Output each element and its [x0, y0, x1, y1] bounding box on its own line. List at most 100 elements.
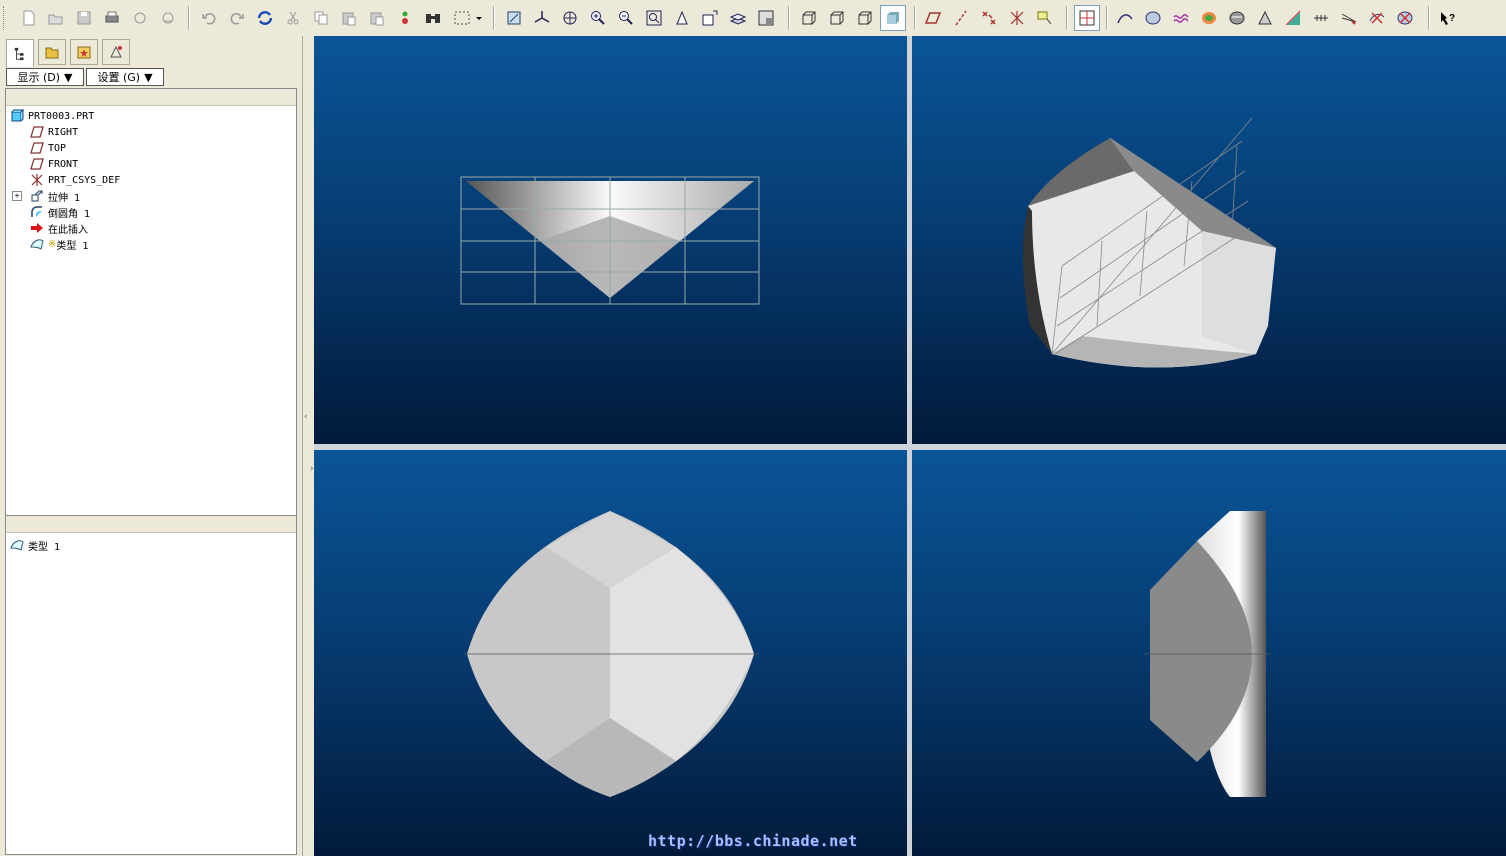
- offset-analysis-icon[interactable]: [1310, 7, 1332, 29]
- tree-item-csys[interactable]: PRT_CSYS_DEF: [30, 172, 120, 188]
- datum-plane-icon: [30, 126, 44, 138]
- new-file-icon[interactable]: [18, 7, 40, 29]
- tree-item-label: PRT0003.PRT: [28, 110, 95, 122]
- style-feature-icon: [30, 239, 44, 250]
- curvature-icon[interactable]: [1170, 7, 1192, 29]
- model-player-icon[interactable]: [394, 7, 416, 29]
- gaussian-curvature-icon[interactable]: [1198, 7, 1220, 29]
- toolbar-grip[interactable]: [3, 6, 7, 30]
- model-tree-header: [6, 89, 296, 106]
- detail-item-style[interactable]: 类型 1: [10, 537, 60, 553]
- tree-item-round[interactable]: 倒圆角 1: [30, 204, 90, 220]
- deviation-icon[interactable]: [1338, 7, 1360, 29]
- saved-views-icon[interactable]: [699, 7, 721, 29]
- spin-center-icon[interactable]: [531, 7, 553, 29]
- chevron-down-icon: ▼: [144, 70, 153, 84]
- paste-icon[interactable]: [338, 7, 360, 29]
- viewport-3d-view[interactable]: [912, 36, 1506, 444]
- zoom-out-icon[interactable]: [615, 7, 637, 29]
- viewport-front-view[interactable]: [314, 450, 907, 856]
- tree-item-insert-here[interactable]: 在此插入: [30, 220, 88, 236]
- settings-menu-label: 设置 (G): [97, 71, 141, 84]
- coordinate-system-icon: [31, 174, 43, 186]
- regenerate-icon[interactable]: [254, 7, 276, 29]
- tree-item-part[interactable]: PRT0003.PRT: [10, 108, 94, 124]
- model-tree: PRT0003.PRT RIGHT TOP FRONT PRT_CSYS_DEF…: [5, 88, 297, 544]
- orient-mode-icon[interactable]: [559, 7, 581, 29]
- csys-display-icon[interactable]: [1006, 7, 1028, 29]
- show-menu-label: 显示 (D): [17, 71, 61, 84]
- paste-special-icon[interactable]: [366, 7, 388, 29]
- detail-panel-header: [6, 516, 296, 533]
- cut-icon[interactable]: [282, 7, 304, 29]
- annotation-display-icon[interactable]: [1034, 7, 1056, 29]
- folder-browser-tab[interactable]: [38, 39, 66, 65]
- layers-icon[interactable]: [727, 7, 749, 29]
- datum-plane-icon: [30, 142, 44, 154]
- refit-icon[interactable]: [643, 7, 665, 29]
- reflection-icon[interactable]: [1226, 7, 1248, 29]
- redo-icon[interactable]: [226, 7, 248, 29]
- surface-analysis-icon[interactable]: [1142, 7, 1164, 29]
- collapse-arrow-icon[interactable]: ‹: [304, 412, 312, 436]
- watermark-text: http://bbs.chinade.net: [648, 832, 858, 850]
- chevron-down-icon: ▼: [64, 70, 73, 84]
- find-icon[interactable]: [422, 7, 444, 29]
- tree-item-label: TOP: [48, 142, 67, 154]
- model-front-view: [464, 511, 759, 797]
- open-file-icon[interactable]: [45, 7, 67, 29]
- tree-item-extrude[interactable]: + 拉伸 1: [12, 188, 80, 204]
- reorient-icon[interactable]: [671, 7, 693, 29]
- copy-icon[interactable]: [310, 7, 332, 29]
- no-hidden-icon[interactable]: [854, 7, 876, 29]
- hide-analysis-icon[interactable]: [1394, 7, 1416, 29]
- model-side-view: [1144, 511, 1270, 797]
- navigator-pane: 显示 (D) ▼ 设置 (G) ▼ PRT0003.PRT RIGHT TOP …: [0, 36, 302, 856]
- tree-item-style[interactable]: ※ 类型 1: [30, 236, 88, 252]
- round-icon: [31, 206, 42, 217]
- send-mail-icon[interactable]: [129, 7, 151, 29]
- detail-panel: 类型 1: [5, 515, 297, 855]
- model-tree-tab[interactable]: [6, 39, 34, 67]
- insert-here-arrow-icon: [31, 223, 43, 233]
- draft-check-icon[interactable]: [1254, 7, 1276, 29]
- connections-tab[interactable]: [102, 39, 130, 65]
- viewport-top-view[interactable]: [314, 36, 907, 444]
- tree-item-right-plane[interactable]: RIGHT: [30, 124, 78, 140]
- expand-icon[interactable]: +: [12, 191, 22, 201]
- show-menu-button[interactable]: 显示 (D) ▼: [6, 68, 84, 86]
- save-icon[interactable]: [73, 7, 95, 29]
- curve-analysis-icon[interactable]: [1114, 7, 1136, 29]
- wireframe-icon[interactable]: [798, 7, 820, 29]
- print-icon[interactable]: [101, 7, 123, 29]
- tree-item-label: PRT_CSYS_DEF: [48, 174, 121, 186]
- favorites-tab[interactable]: [70, 39, 98, 65]
- tree-item-label: 类型 1: [56, 240, 89, 252]
- zoom-in-icon[interactable]: [587, 7, 609, 29]
- datum-axis-display-icon[interactable]: [950, 7, 972, 29]
- selection-box-dropdown[interactable]: [450, 7, 486, 29]
- viewport-side-view[interactable]: [912, 450, 1506, 856]
- tree-item-front-plane[interactable]: FRONT: [30, 156, 78, 172]
- delete-analysis-icon[interactable]: [1366, 7, 1388, 29]
- redraw-icon[interactable]: [503, 7, 525, 29]
- main-toolbar: ?: [0, 0, 1506, 37]
- send-attachment-icon[interactable]: [157, 7, 179, 29]
- hidden-line-icon[interactable]: [826, 7, 848, 29]
- svg-text:?: ?: [1449, 13, 1455, 24]
- view-manager-icon[interactable]: [755, 7, 777, 29]
- sketch-grid-toggle-icon[interactable]: [1074, 5, 1100, 31]
- undo-icon[interactable]: [198, 7, 220, 29]
- slope-icon[interactable]: [1282, 7, 1304, 29]
- datum-plane-icon: [30, 158, 44, 170]
- tree-item-top-plane[interactable]: TOP: [30, 140, 66, 156]
- datum-plane-display-icon[interactable]: [922, 7, 944, 29]
- datum-point-display-icon[interactable]: [978, 7, 1000, 29]
- settings-menu-button[interactable]: 设置 (G) ▼: [86, 68, 164, 86]
- part-icon: [11, 109, 24, 122]
- context-help-icon[interactable]: ?: [1436, 7, 1458, 29]
- tree-item-label: 倒圆角 1: [48, 208, 91, 220]
- shading-icon[interactable]: [880, 5, 906, 31]
- tree-item-prefix: ※: [48, 238, 57, 250]
- tree-item-label: RIGHT: [48, 126, 79, 138]
